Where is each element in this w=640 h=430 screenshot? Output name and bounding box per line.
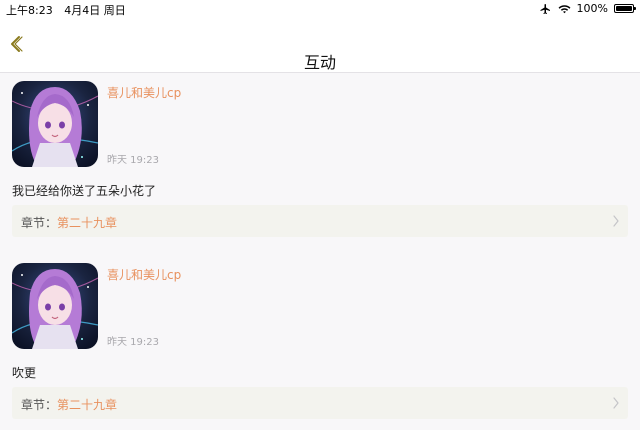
battery-percentage: 100%: [576, 2, 608, 15]
comment-content: 吹更: [12, 366, 37, 380]
chapter-label: 章节：: [21, 398, 58, 412]
status-right: 100%: [539, 2, 636, 15]
status-time: 上午8:23: [6, 4, 53, 17]
chevron-right-icon: [613, 397, 619, 409]
status-date: 4月4日 周日: [64, 4, 126, 17]
interaction-screen: 上午8:23 4月4日 周日 100% 互动 喜儿和美儿cp 昨天 19:23 …: [0, 0, 640, 430]
chapter-link[interactable]: 章节： 第二十九章: [12, 387, 628, 419]
battery-fill: [616, 6, 632, 11]
chapter-name: 第二十九章: [57, 216, 118, 230]
nav-bar: 互动: [0, 18, 640, 73]
comment-content: 我已经给你送了五朵小花了: [12, 184, 157, 198]
comment-item: 喜儿和美儿cp 昨天 19:23 我已经给你送了五朵小花了 章节： 第二十九章: [0, 81, 640, 251]
battery-icon: [614, 4, 636, 13]
status-left: 上午8:23 4月4日 周日: [6, 2, 126, 18]
avatar[interactable]: [12, 263, 98, 349]
avatar[interactable]: [12, 81, 98, 167]
chapter-name: 第二十九章: [57, 398, 118, 412]
comment-username[interactable]: 喜儿和美儿cp: [107, 84, 181, 101]
chevron-right-icon: [613, 215, 619, 227]
page-title: 互动: [303, 53, 336, 72]
status-bar: 上午8:23 4月4日 周日 100%: [0, 0, 640, 18]
chapter-label: 章节：: [21, 216, 58, 230]
comment-time: 昨天 19:23: [107, 337, 159, 348]
comment-username[interactable]: 喜儿和美儿cp: [107, 266, 181, 283]
chapter-link[interactable]: 章节： 第二十九章: [12, 205, 628, 237]
wifi-icon: [558, 5, 571, 14]
comment-item: 喜儿和美儿cp 昨天 19:23 吹更 章节： 第二十九章: [0, 263, 640, 430]
comment-time: 昨天 19:23: [107, 155, 159, 166]
airplane-icon: [540, 3, 550, 14]
